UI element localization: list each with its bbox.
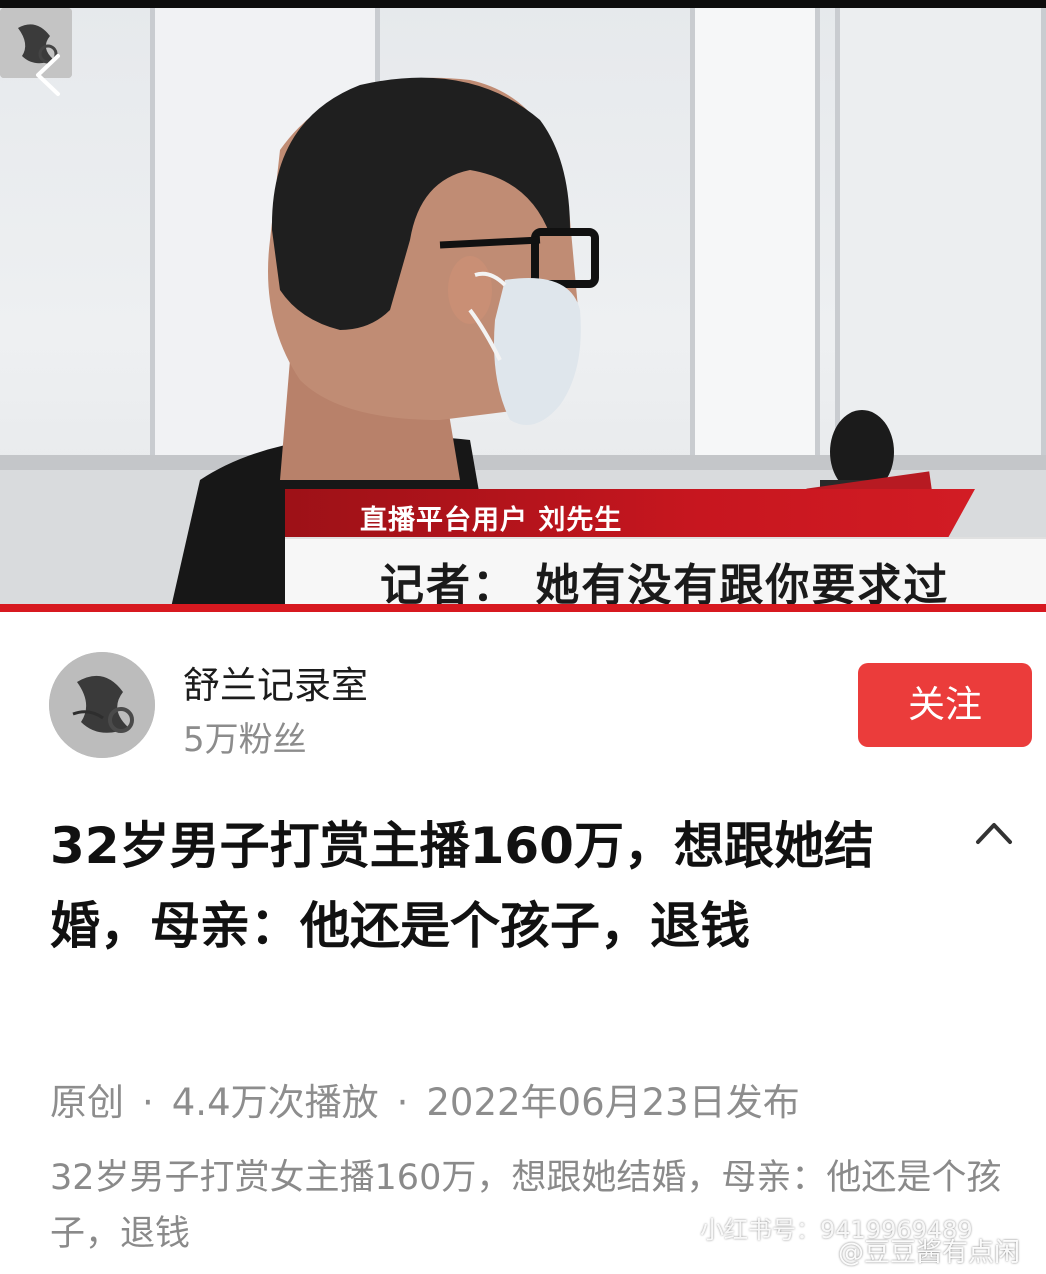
publish-date: 2022年06月23日发布 [426, 1081, 800, 1124]
caption-name-text: 直播平台用户 刘先生 [360, 505, 623, 536]
caption-subtitle-bar: 记者： 她有没有跟你要求过 [285, 537, 1046, 611]
meta-separator: · [396, 1081, 409, 1124]
meta-separator: · [142, 1081, 154, 1124]
caption-subtitle-text: 记者： 她有没有跟你要求过 [380, 560, 950, 611]
chevron-left-icon[interactable] [22, 40, 82, 110]
caption-accent-line [0, 604, 1046, 612]
status-bar-strip [0, 0, 1046, 8]
caption-name-bar: 直播平台用户 刘先生 [285, 489, 975, 539]
follow-button[interactable]: 关注 [858, 663, 1032, 747]
author-name[interactable]: 舒兰记录室 [183, 655, 368, 709]
original-label: 原创 [50, 1081, 124, 1124]
post-meta: 原创 · 4.4万次播放 · 2022年06月23日发布 [50, 1072, 800, 1126]
post-title: 32岁男子打赏主播160万，想跟她结婚，母亲：他还是个孩子，退钱 [50, 817, 874, 955]
weibo-icon [808, 1244, 833, 1264]
watermark-handle-text: @豆豆酱有点闲 [838, 1238, 1021, 1268]
chevron-up-icon[interactable] [972, 812, 1016, 852]
watermark-handle: @豆豆酱有点闲 [808, 1232, 1020, 1269]
avatar[interactable] [49, 652, 155, 758]
video-player[interactable]: 直播平台用户 刘先生 记者： 她有没有跟你要求过 [0, 0, 1046, 612]
follower-count: 5万粉丝 [183, 720, 307, 760]
play-count: 4.4万次播放 [171, 1081, 379, 1124]
